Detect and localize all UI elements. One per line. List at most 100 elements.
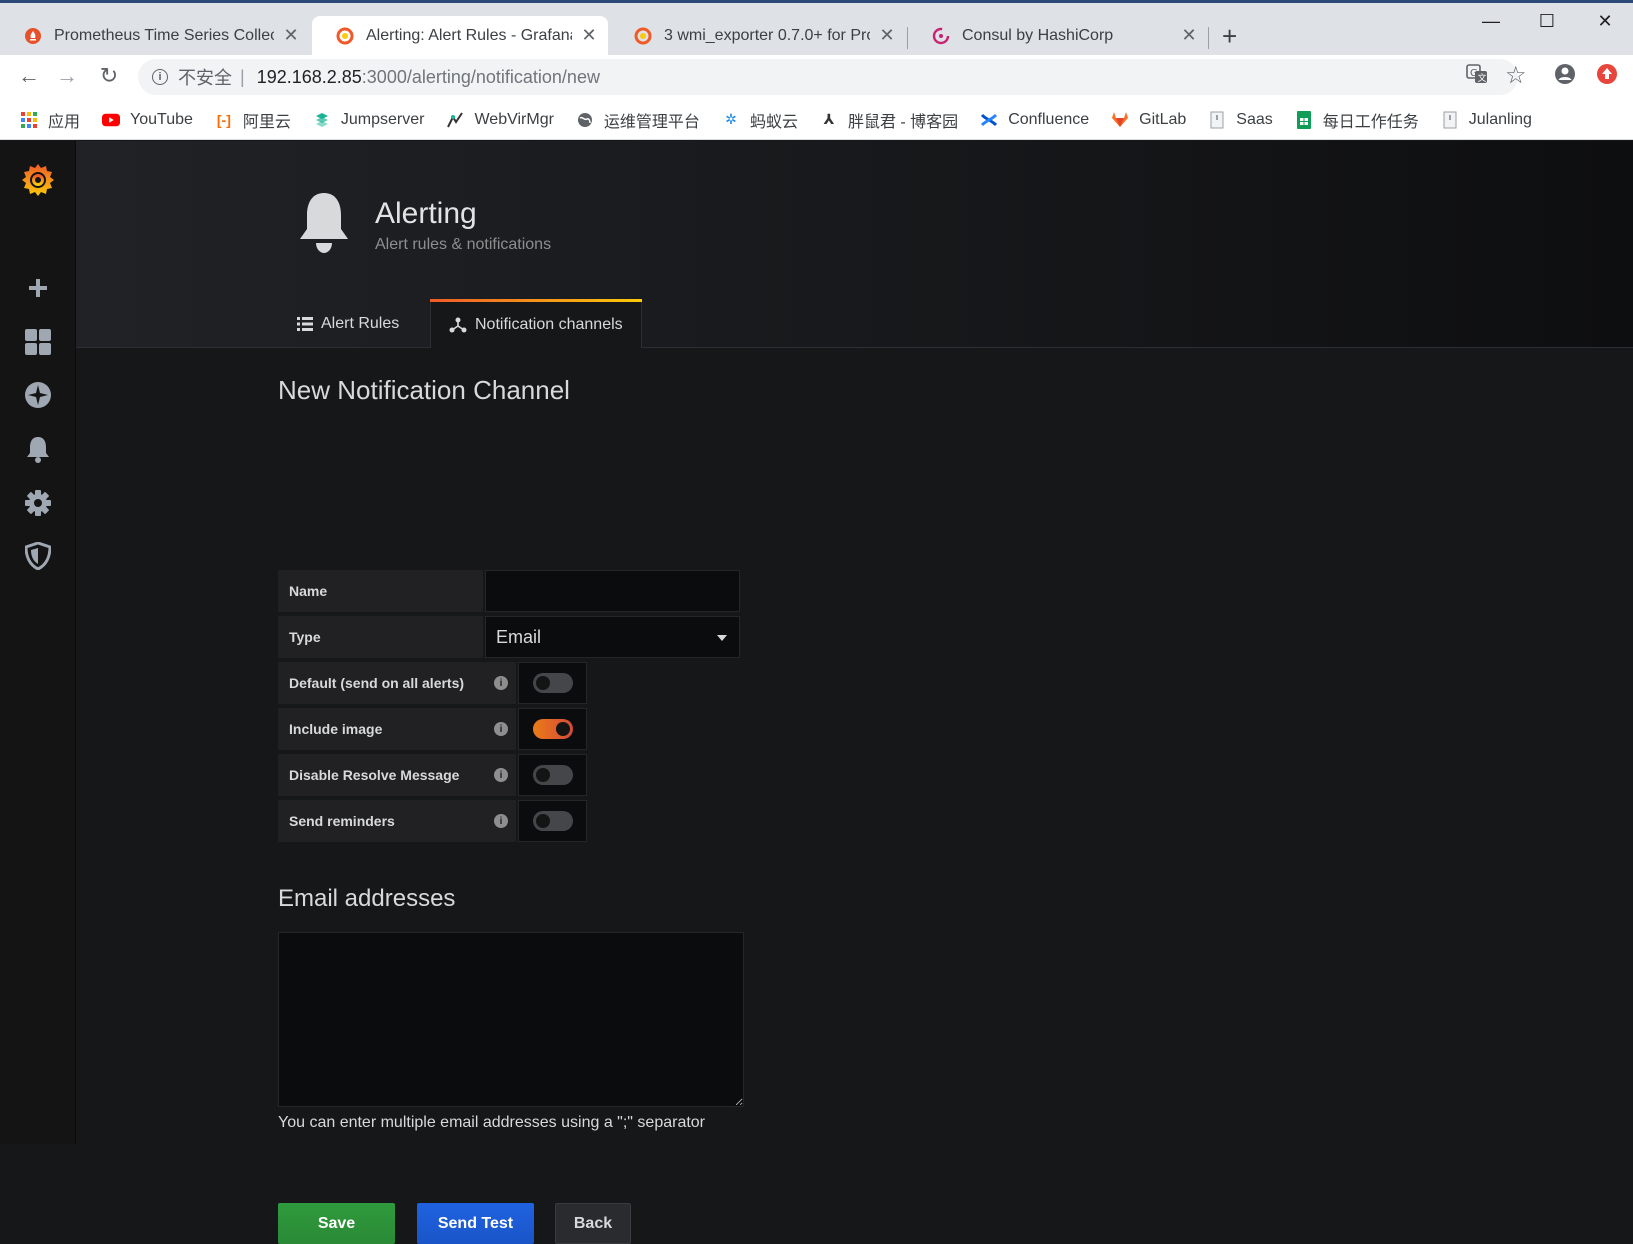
address-separator: | [240,66,245,87]
alerting-bell-icon[interactable] [0,429,76,469]
bookmark-label: Saas [1236,110,1273,128]
toggle-row-send-reminders: Send reminders i [278,800,587,842]
tab-separator [1208,27,1209,49]
type-label: Type [278,616,483,658]
name-input[interactable] [485,570,740,612]
switch-default[interactable] [518,662,587,704]
gitlab-icon [1111,111,1129,129]
forward-arrow-icon[interactable]: → [52,63,82,89]
bookmark-daily-tasks[interactable]: 每日工作任务 [1295,108,1419,132]
bookmark-star-icon[interactable]: ☆ [1505,61,1527,90]
switch-disable-resolve[interactable] [518,754,587,796]
page-header: Alerting Alert rules & notifications Ale… [76,141,1633,348]
send-test-button[interactable]: Send Test [417,1203,534,1244]
share-network-icon [449,317,467,333]
aliyun-icon: [-] [216,111,231,128]
profile-avatar-icon[interactable] [1554,63,1576,91]
tab-wmi-exporter[interactable]: 3 wmi_exporter 0.7.0+ for Pro ✕ [610,16,906,55]
dashboards-icon[interactable] [0,322,76,362]
bookmark-cnblogs[interactable]: ⅄ 胖鼠君 - 博客园 [820,108,959,132]
toggle-row-include-image: Include image i [278,708,587,750]
translate-icon[interactable]: G文 [1466,63,1488,91]
tab-consul[interactable]: Consul by HashiCorp ✕ [908,16,1208,55]
bookmark-aliyun[interactable]: [-] 阿里云 [215,108,291,132]
email-addresses-textarea[interactable] [278,932,744,1107]
info-icon[interactable]: i [494,814,508,828]
switch-include-image[interactable] [518,708,587,750]
jumpserver-icon [313,111,331,129]
email-heading: Email addresses [278,885,456,912]
bookmark-confluence[interactable]: Confluence [980,111,1089,129]
close-window-button[interactable]: ✕ [1582,11,1628,32]
toggle-switch[interactable] [532,765,573,785]
bookmark-ant-cloud[interactable]: ✲ 蚂蚁云 [722,108,798,132]
toggle-label-text: Default (send on all alerts) [289,675,465,691]
close-icon[interactable]: ✕ [580,25,598,46]
info-icon[interactable]: i [494,722,508,736]
bookmark-ops-platform[interactable]: 运维管理平台 [576,108,700,132]
maximize-button[interactable]: ☐ [1524,11,1570,32]
bookmark-youtube[interactable]: YouTube [102,111,193,129]
close-icon[interactable]: ✕ [1180,25,1198,46]
tab-alert-rules[interactable]: Alert Rules [297,299,399,348]
grafana-logo-icon[interactable] [0,155,76,205]
close-icon[interactable]: ✕ [878,25,896,46]
bookmark-label: 应用 [48,113,81,131]
alerting-bell-icon [298,191,350,260]
page-title: Alerting [375,197,477,230]
info-icon[interactable]: i [494,676,508,690]
info-icon[interactable]: i [152,69,168,85]
toggle-label: Default (send on all alerts) i [278,662,516,704]
bookmark-label: 每日工作任务 [1322,113,1419,131]
address-bar[interactable]: i 不安全 | 192.168.2.85 :3000/alerting/noti… [138,59,1518,95]
bookmark-jumpserver[interactable]: Jumpserver [313,110,425,129]
info-icon[interactable]: i [494,768,508,782]
tab-title: 3 wmi_exporter 0.7.0+ for Pro [664,26,870,44]
grafana-icon [336,27,354,45]
plus-icon[interactable] [0,268,76,308]
toggle-switch[interactable] [532,811,573,831]
toggle-label: Disable Resolve Message i [278,754,516,796]
switch-knob [535,676,550,690]
configuration-gear-icon[interactable] [0,483,76,523]
bookmark-label: Jumpserver [340,110,425,128]
bookmark-label: YouTube [130,110,193,128]
bookmark-label: WebVirMgr [474,110,554,128]
grafana-app: Alerting Alert rules & notifications Ale… [0,141,1633,1244]
switch-send-reminders[interactable] [518,800,587,842]
email-help-text: You can enter multiple email addresses u… [278,1114,706,1131]
consul-icon [932,27,950,45]
bookmark-saas[interactable]: Saas [1208,110,1273,129]
bookmark-label: Julanling [1468,110,1532,128]
back-button[interactable]: Back [555,1203,631,1244]
toggle-switch[interactable] [532,673,573,693]
tab-grafana-alerting[interactable]: Alerting: Alert Rules - Grafana ✕ [312,16,608,55]
toggle-switch[interactable] [532,719,573,739]
ant-icon: ✲ [725,111,737,127]
tab-notification-channels[interactable]: Notification channels [430,299,642,348]
toggle-label-text: Include image [289,721,383,737]
blog-icon: ⅄ [823,111,835,127]
bookmark-apps[interactable]: 应用 [20,108,80,132]
sheets-icon [1295,110,1313,129]
update-icon[interactable] [1596,63,1618,91]
save-button[interactable]: Save [278,1203,395,1244]
bookmark-gitlab[interactable]: GitLab [1111,111,1186,129]
minimize-button[interactable]: — [1468,11,1514,32]
admin-shield-icon[interactable] [0,536,76,576]
reload-icon[interactable]: ↻ [94,63,124,89]
tab-prometheus[interactable]: Prometheus Time Series Collec ✕ [0,16,310,55]
close-icon[interactable]: ✕ [282,25,300,46]
form-heading: New Notification Channel [278,375,570,405]
toggle-label-text: Disable Resolve Message [289,767,460,783]
type-select[interactable]: Email [485,616,740,658]
bookmark-label: 蚂蚁云 [749,113,798,131]
bookmark-webvirmgr[interactable]: WebVirMgr [446,110,554,129]
bookmark-julanling[interactable]: Julanling [1441,111,1532,129]
new-tab-button[interactable]: + [1222,21,1237,52]
caret-down-icon [717,635,727,641]
back-arrow-icon[interactable]: ← [14,63,44,89]
bookmark-label: Confluence [1008,110,1090,128]
switch-knob [535,768,550,782]
explore-icon[interactable] [0,375,76,415]
